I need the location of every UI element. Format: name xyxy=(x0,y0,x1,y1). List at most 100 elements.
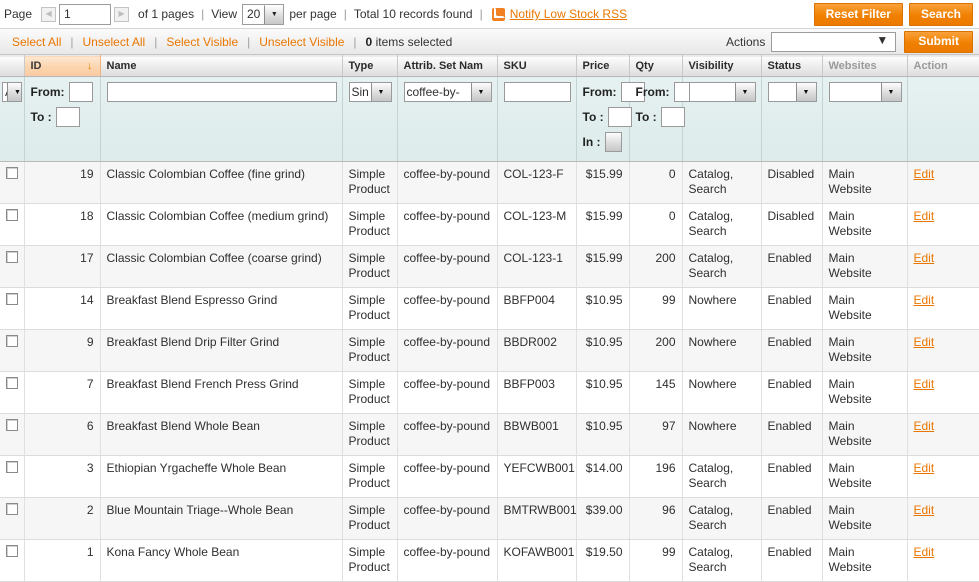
table-row[interactable]: 1 Kona Fancy Whole Bean Simple Product coff… xyxy=(0,539,979,582)
cell-action[interactable]: Edit xyxy=(907,287,979,330)
edit-link[interactable]: Edit xyxy=(914,335,935,349)
cell-action[interactable]: Edit xyxy=(907,455,979,498)
filter-visibility-select[interactable]: ▼ xyxy=(688,82,756,102)
row-checkbox[interactable] xyxy=(6,167,18,179)
edit-link[interactable]: Edit xyxy=(914,251,935,265)
column-header-price[interactable]: Price xyxy=(576,55,630,77)
column-header-sku[interactable]: SKU xyxy=(497,55,577,77)
select-all-link[interactable]: Select All xyxy=(12,35,61,49)
table-row[interactable]: 6 Breakfast Blend Whole Bean Simple Produc… xyxy=(0,413,979,456)
row-checkbox-cell[interactable] xyxy=(0,497,25,540)
row-checkbox-cell[interactable] xyxy=(0,539,25,582)
edit-link[interactable]: Edit xyxy=(914,293,935,307)
filter-price-currency-select[interactable]: ▼ xyxy=(604,132,622,152)
cell-status: Enabled xyxy=(761,413,823,456)
cell-sku: YEFCWB001 xyxy=(497,455,577,498)
column-header-qty[interactable]: Qty xyxy=(629,55,683,77)
row-checkbox[interactable] xyxy=(6,293,18,305)
row-checkbox-cell[interactable] xyxy=(0,161,25,204)
cell-action[interactable]: Edit xyxy=(907,497,979,540)
actions-label: Actions xyxy=(725,34,766,49)
cell-sku: BBFP003 xyxy=(497,371,577,414)
row-checkbox-cell[interactable] xyxy=(0,455,25,498)
actions-select[interactable]: ▼ xyxy=(771,31,897,52)
row-checkbox[interactable] xyxy=(6,503,18,515)
chevron-down-icon: ▼ xyxy=(370,83,391,101)
column-header-attrib-set[interactable]: Attrib. Set Nam xyxy=(397,55,498,77)
cell-action[interactable]: Edit xyxy=(907,539,979,582)
unselect-all-link[interactable]: Unselect All xyxy=(82,35,145,49)
edit-link[interactable]: Edit xyxy=(914,167,935,181)
select-visible-link[interactable]: Select Visible xyxy=(166,35,238,49)
edit-link[interactable]: Edit xyxy=(914,377,935,391)
notify-low-stock-rss-link[interactable]: Notify Low Stock RSS xyxy=(510,7,627,21)
page-input[interactable] xyxy=(59,3,112,25)
cell-visibility: Nowhere xyxy=(682,287,762,330)
cell-action[interactable]: Edit xyxy=(907,161,979,204)
table-row[interactable]: 18 Classic Colombian Coffee (medium grind… xyxy=(0,203,979,246)
table-row[interactable]: 19 Classic Colombian Coffee (fine grind) S… xyxy=(0,161,979,204)
column-header-status[interactable]: Status xyxy=(761,55,823,77)
edit-link[interactable]: Edit xyxy=(914,503,935,517)
edit-link[interactable]: Edit xyxy=(914,209,935,223)
row-checkbox-cell[interactable] xyxy=(0,287,25,330)
column-header-name[interactable]: Name xyxy=(100,55,343,77)
cell-action[interactable]: Edit xyxy=(907,245,979,288)
table-row[interactable]: 14 Breakfast Blend Espresso Grind Simple P… xyxy=(0,287,979,330)
table-row[interactable]: 7 Breakfast Blend French Press Grind Simpl… xyxy=(0,371,979,414)
row-checkbox[interactable] xyxy=(6,251,18,263)
cell-name: Ethiopian Yrgacheffe Whole Bean xyxy=(100,455,343,498)
cell-id: 1 xyxy=(24,539,101,582)
products-grid: ↓ ID Name Type Attrib. Set Nam SKU Price… xyxy=(0,55,979,582)
row-checkbox[interactable] xyxy=(6,545,18,557)
filter-name-input[interactable] xyxy=(106,82,337,102)
row-checkbox[interactable] xyxy=(6,419,18,431)
filter-attrib-set-select[interactable]: coffee-by- ▼ xyxy=(403,82,492,102)
filter-id-to-input[interactable] xyxy=(55,107,80,127)
cell-action[interactable]: Edit xyxy=(907,413,979,456)
edit-link[interactable]: Edit xyxy=(914,419,935,433)
column-header-type[interactable]: Type xyxy=(342,55,398,77)
edit-link[interactable]: Edit xyxy=(914,461,935,475)
row-checkbox-cell[interactable] xyxy=(0,371,25,414)
row-checkbox-cell[interactable] xyxy=(0,413,25,456)
filter-visibility-value xyxy=(690,83,735,101)
row-checkbox-cell[interactable] xyxy=(0,203,25,246)
column-header-id[interactable]: ↓ ID xyxy=(23,55,101,77)
per-page-select[interactable]: 20 ▼ xyxy=(242,3,285,25)
row-checkbox[interactable] xyxy=(6,377,18,389)
row-checkbox[interactable] xyxy=(6,209,18,221)
table-row[interactable]: 3 Ethiopian Yrgacheffe Whole Bean Simple P… xyxy=(0,455,979,498)
submit-button[interactable]: Submit xyxy=(904,30,973,53)
filter-cell-action xyxy=(907,76,979,162)
prev-page-icon[interactable]: ◀ xyxy=(41,6,57,22)
row-checkbox[interactable] xyxy=(6,335,18,347)
next-page-icon[interactable]: ▶ xyxy=(114,6,130,22)
edit-link[interactable]: Edit xyxy=(914,545,935,559)
row-checkbox-cell[interactable] xyxy=(0,329,25,372)
filter-checkbox-select[interactable]: Any ▼ xyxy=(2,82,22,102)
filter-type-select[interactable]: Sin ▼ xyxy=(348,82,392,102)
filter-qty-to-input[interactable] xyxy=(660,107,685,127)
column-header-visibility[interactable]: Visibility xyxy=(682,55,762,77)
filter-sku-input[interactable] xyxy=(503,82,571,102)
cell-action[interactable]: Edit xyxy=(907,329,979,372)
search-button[interactable]: Search xyxy=(908,2,973,26)
row-checkbox[interactable] xyxy=(6,461,18,473)
cell-action[interactable]: Edit xyxy=(907,203,979,246)
unselect-visible-link[interactable]: Unselect Visible xyxy=(259,35,344,49)
filter-websites-select[interactable]: ▼ xyxy=(828,82,902,102)
filter-status-select[interactable]: ▼ xyxy=(767,82,817,102)
cell-websites: Main Website xyxy=(822,161,908,204)
reset-filter-button[interactable]: Reset Filter xyxy=(813,2,903,26)
filter-price-to-input[interactable] xyxy=(607,107,632,127)
table-row[interactable]: 17 Classic Colombian Coffee (coarse grind… xyxy=(0,245,979,288)
cell-attrib-set: coffee-by-pound xyxy=(397,329,498,372)
table-row[interactable]: 2 Blue Mountain Triage--Whole Bean Simple … xyxy=(0,497,979,540)
row-checkbox-cell[interactable] xyxy=(0,245,25,288)
chevron-down-icon: ▼ xyxy=(7,83,21,101)
cell-action[interactable]: Edit xyxy=(907,371,979,414)
cell-sku: BBDR002 xyxy=(497,329,577,372)
filter-id-from-input[interactable] xyxy=(68,82,93,102)
table-row[interactable]: 9 Breakfast Blend Drip Filter Grind Simple… xyxy=(0,329,979,372)
